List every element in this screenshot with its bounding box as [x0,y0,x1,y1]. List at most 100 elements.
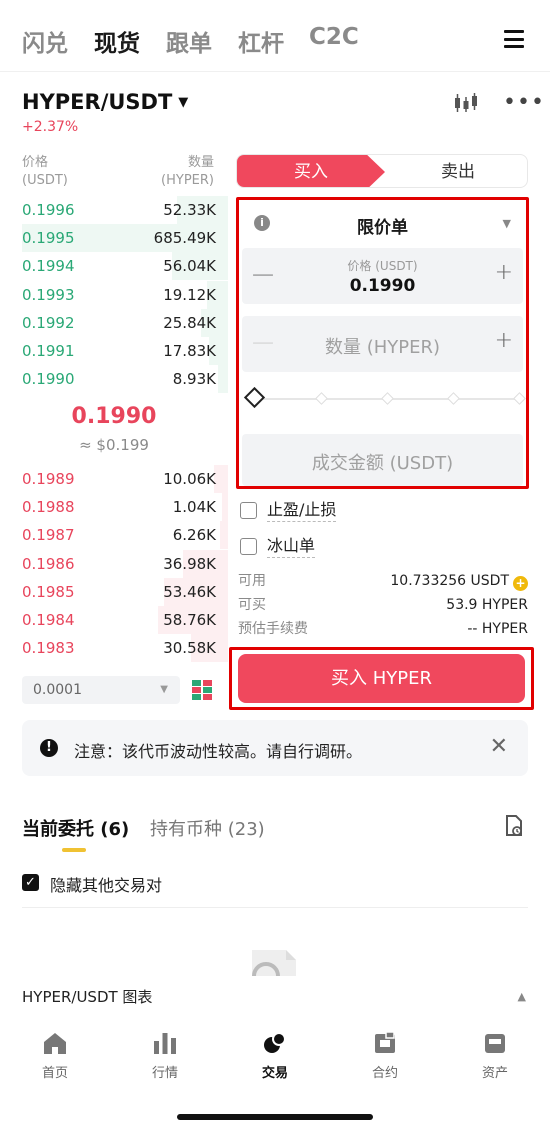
row-qty: 25.84K [163,313,216,332]
mid-price[interactable]: 0.1990 [0,404,228,429]
ask-row[interactable]: 0.1990 8.93K [0,365,228,394]
ask-row[interactable]: 0.1993 19.12K [0,280,228,309]
bid-row[interactable]: 0.1983 30.58K [0,634,228,663]
iceberg-checkbox[interactable] [240,538,257,555]
hide-other-pairs-label[interactable]: 隐藏其他交易对 [50,872,162,896]
row-qty: 56.04K [163,257,216,276]
menu-icon[interactable] [504,30,524,48]
nav-futures[interactable]: 合约 [345,1031,425,1081]
row-qty: 36.98K [163,554,216,573]
row-price: 0.1987 [22,526,75,545]
nav-home[interactable]: 首页 [15,1031,95,1081]
wallet-icon [485,1034,505,1053]
price-change: +2.37% [22,119,79,135]
chevron-down-icon: ▼ [160,684,168,695]
bid-row[interactable]: 0.1985 53.46K [0,577,228,606]
slider-step-25 [315,392,328,405]
row-qty: 1.04K [172,498,216,517]
mid-price-usd: ≈ $0.199 [79,436,149,454]
pair-selector[interactable]: HYPER/USDT ▼ [22,90,188,114]
row-price: 0.1985 [22,582,75,601]
nav-trade[interactable]: 交易 [235,1031,315,1081]
amount-input[interactable]: 成交金额 (USDT) [242,434,523,486]
buy-button-frame: 买入 HYPER [229,647,534,710]
active-tab-indicator [62,848,86,852]
slider-handle[interactable] [243,386,266,409]
add-funds-icon[interactable]: + [513,576,528,591]
ask-row[interactable]: 0.1995 685.49K [0,224,228,253]
tp-sl-checkbox[interactable] [240,502,257,519]
ask-row[interactable]: 0.1992 25.84K [0,308,228,337]
tab-sell[interactable]: 卖出 [387,155,527,187]
depth-bar [221,493,228,522]
quantity-input[interactable]: — 数量 (HYPER) + [242,316,523,372]
empty-state-illustration [252,950,296,976]
bar-chart-icon [154,1033,176,1054]
slider-step-50 [381,392,394,405]
tab-c2c[interactable]: C2C [309,24,359,50]
slider-step-75 [447,392,460,405]
fee-row: 预估手续费 -- HYPER [238,621,528,637]
row-price: 0.1988 [22,498,75,517]
nav-assets[interactable]: 资产 [455,1031,535,1081]
row-qty: 8.93K [172,370,216,389]
iceberg-label[interactable]: 冰山单 [267,535,316,558]
row-qty: 30.58K [163,639,216,658]
row-price: 0.1991 [22,342,75,360]
close-icon[interactable]: ✕ [490,734,508,759]
depth-bar [217,365,228,394]
tab-copy-trade[interactable]: 跟单 [166,24,212,58]
amount-slider[interactable] [243,386,526,409]
tab-spot[interactable]: 现货 [94,24,140,58]
row-qty: 17.83K [163,342,216,360]
chevron-down-icon: ▼ [502,217,511,230]
top-nav: 闪兑 现货 跟单 杠杆 C2C [0,0,550,72]
order-history-icon[interactable] [505,815,523,837]
tab-flash-exchange[interactable]: 闪兑 [22,24,68,58]
buy-hyper-button[interactable]: 买入 HYPER [238,654,525,703]
candlestick-chart-icon[interactable] [453,92,479,114]
row-qty: 52.33K [163,201,216,219]
increase-price-button[interactable]: + [495,260,513,285]
chart-toggle-label[interactable]: HYPER/USDT 图表 [22,986,152,1007]
nav-markets[interactable]: 行情 [125,1031,205,1081]
chevron-up-icon[interactable]: ▲ [518,990,526,1003]
row-price: 0.1990 [22,370,75,389]
price-column-header: 价格 (USDT) [22,155,68,188]
tab-buy[interactable]: 买入 [237,155,385,187]
tab-margin[interactable]: 杠杆 [238,24,284,58]
bid-row[interactable]: 0.1989 10.06K [0,465,228,493]
increase-qty-button[interactable]: + [495,328,513,353]
bid-row[interactable]: 0.1984 58.76K [0,606,228,634]
row-price: 0.1996 [22,201,75,219]
row-price: 0.1992 [22,313,75,332]
bid-row[interactable]: 0.1988 1.04K [0,493,228,522]
row-qty: 19.12K [163,285,216,304]
home-icon [44,1033,66,1054]
row-qty: 58.76K [163,611,216,629]
trade-icon [264,1032,286,1053]
row-price: 0.1989 [22,470,75,488]
order-type-select[interactable]: i 限价单 ▼ [242,203,523,243]
available-row: 可用 10.733256 USDT + [238,570,528,592]
precision-select[interactable]: 0.0001 ▼ [22,676,180,704]
tab-open-orders[interactable]: 当前委托 (6) [22,815,129,841]
tab-holdings[interactable]: 持有币种 (23) [150,815,265,841]
bid-row[interactable]: 0.1987 6.26K [0,521,228,550]
ask-row[interactable]: 0.1991 17.83K [0,337,228,365]
buy-sell-tabs: 买入 卖出 [236,154,528,188]
hide-other-pairs-checkbox[interactable]: ✓ [22,874,39,891]
bid-row[interactable]: 0.1986 36.98K [0,549,228,578]
caret-down-icon: ▼ [178,95,189,110]
depth-bar [219,521,228,550]
depth-layout-icon[interactable] [191,679,213,701]
row-qty: 6.26K [172,526,216,545]
price-input[interactable]: — 价格 (USDT) 0.1990 + [242,248,523,304]
divider [22,907,528,908]
ask-row[interactable]: 0.1994 56.04K [0,252,228,281]
ask-row[interactable]: 0.1996 52.33K [0,196,228,224]
home-indicator [177,1114,373,1120]
tp-sl-label[interactable]: 止盈/止损 [267,499,337,522]
more-options-icon[interactable]: ••• [503,92,545,114]
order-form: i 限价单 ▼ — 价格 (USDT) 0.1990 + — 数量 (HYPER… [236,197,529,489]
